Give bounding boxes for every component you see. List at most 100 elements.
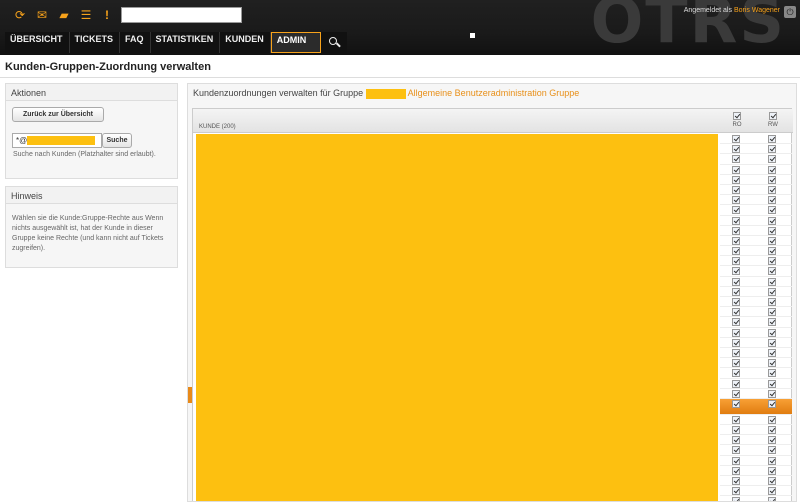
ro-checkbox[interactable]	[732, 308, 740, 317]
rw-checkbox[interactable]	[768, 165, 776, 174]
rw-checkbox[interactable]	[768, 477, 776, 485]
exclamation-icon[interactable]: !	[100, 8, 114, 22]
ro-checkbox[interactable]	[732, 257, 740, 266]
back-button[interactable]: Zurück zur Übersicht	[12, 107, 104, 122]
rw-checkbox[interactable]	[768, 196, 776, 205]
rw-checkbox[interactable]	[768, 135, 776, 143]
customer-search-input[interactable]: *@	[12, 133, 102, 148]
ro-checkbox[interactable]	[732, 277, 740, 286]
quick-search-input[interactable]	[121, 7, 242, 23]
ro-checkbox[interactable]	[732, 135, 740, 143]
mail-icon[interactable]: ✉	[35, 8, 49, 22]
rw-checkbox[interactable]	[768, 338, 776, 347]
rw-checkbox[interactable]	[768, 277, 776, 286]
ro-checkbox[interactable]	[732, 206, 740, 215]
rw-checkbox[interactable]	[768, 415, 776, 424]
rw-checkbox[interactable]	[768, 226, 776, 235]
ro-checkbox[interactable]	[732, 436, 740, 445]
rw-checkbox[interactable]	[768, 247, 776, 256]
rw-checkbox[interactable]	[768, 426, 776, 435]
rw-checkbox[interactable]	[768, 257, 776, 266]
rw-checkbox[interactable]	[768, 497, 776, 501]
table-row	[720, 466, 792, 476]
ro-checkbox[interactable]	[732, 165, 740, 174]
rw-checkbox[interactable]	[768, 436, 776, 445]
rw-checkbox[interactable]	[768, 287, 776, 296]
ro-checkbox[interactable]	[732, 379, 740, 388]
rw-checkbox[interactable]	[768, 145, 776, 154]
cursor-marker	[470, 33, 475, 38]
logout-icon[interactable]: ⏻	[784, 6, 796, 18]
nav-item-uebersicht[interactable]: ÜBERSICHT	[5, 32, 70, 53]
table-row	[720, 216, 792, 226]
ro-checkbox[interactable]	[732, 359, 740, 368]
nav-item-admin[interactable]: ADMIN	[270, 32, 322, 53]
rw-checkbox[interactable]	[768, 399, 776, 408]
rw-checkbox[interactable]	[768, 379, 776, 388]
rw-checkbox[interactable]	[768, 308, 776, 317]
ro-checkbox[interactable]	[732, 226, 740, 235]
table-row	[720, 205, 792, 216]
ro-checkbox[interactable]	[732, 328, 740, 337]
table-row	[720, 368, 792, 379]
ro-checkbox[interactable]	[732, 155, 740, 164]
ro-checkbox[interactable]	[732, 497, 740, 501]
ro-checkbox[interactable]	[732, 247, 740, 256]
rw-checkbox[interactable]	[768, 446, 776, 455]
rw-checkbox[interactable]	[768, 267, 776, 276]
ro-checkbox[interactable]	[732, 318, 740, 327]
rw-checkbox[interactable]	[768, 487, 776, 496]
rw-checkbox[interactable]	[768, 389, 776, 398]
rw-checkbox[interactable]	[768, 298, 776, 306]
rw-checkbox[interactable]	[768, 185, 776, 194]
rw-checkbox[interactable]	[768, 369, 776, 378]
nav-item-statistiken[interactable]: STATISTIKEN	[151, 32, 221, 53]
rw-checkbox[interactable]	[768, 328, 776, 337]
nav-item-kunden[interactable]: KUNDEN	[220, 32, 271, 53]
ro-checkbox[interactable]	[732, 298, 740, 306]
ro-checkbox[interactable]	[732, 415, 740, 424]
rw-checkbox[interactable]	[768, 216, 776, 225]
refresh-icon[interactable]: ⟳	[13, 8, 27, 22]
rw-checkbox[interactable]	[768, 206, 776, 215]
rw-checkbox[interactable]	[768, 175, 776, 184]
ro-checkbox[interactable]	[732, 487, 740, 496]
ro-checkbox[interactable]	[732, 426, 740, 435]
ro-checkbox[interactable]	[732, 236, 740, 245]
folder-icon[interactable]: ▰	[57, 8, 71, 22]
ro-checkbox[interactable]	[732, 477, 740, 485]
search-hint: Suche nach Kunden (Platzhalter sind erla…	[13, 151, 156, 158]
rw-checkbox[interactable]	[768, 236, 776, 245]
rw-select-all-checkbox[interactable]	[769, 112, 777, 120]
ro-checkbox[interactable]	[732, 369, 740, 378]
rw-checkbox[interactable]	[768, 348, 776, 357]
ro-checkbox[interactable]	[732, 389, 740, 398]
ro-checkbox[interactable]	[732, 348, 740, 357]
list-icon[interactable]: ☰	[79, 8, 93, 22]
rw-checkbox[interactable]	[768, 466, 776, 475]
ro-checkbox[interactable]	[732, 338, 740, 347]
ro-checkbox[interactable]	[732, 466, 740, 475]
hint-text: Wählen sie die Kunde:Gruppe-Rechte aus W…	[12, 215, 164, 252]
ro-checkbox[interactable]	[732, 287, 740, 296]
ro-checkbox[interactable]	[732, 267, 740, 276]
search-button[interactable]: Suche	[102, 133, 132, 148]
ro-checkbox[interactable]	[732, 399, 740, 408]
search-icon[interactable]	[321, 32, 347, 53]
rw-checkbox[interactable]	[768, 155, 776, 164]
nav-item-faq[interactable]: FAQ	[120, 32, 151, 53]
rw-checkbox[interactable]	[768, 456, 776, 465]
ro-checkbox[interactable]	[732, 145, 740, 154]
table-row	[720, 389, 792, 399]
ro-checkbox[interactable]	[732, 196, 740, 205]
ro-checkbox[interactable]	[732, 175, 740, 184]
ro-checkbox[interactable]	[732, 456, 740, 465]
nav-item-tickets[interactable]: TICKETS	[70, 32, 121, 53]
ro-select-all-checkbox[interactable]	[733, 112, 741, 120]
ro-checkbox[interactable]	[732, 216, 740, 225]
rw-checkbox[interactable]	[768, 318, 776, 327]
rw-checkbox[interactable]	[768, 359, 776, 368]
ro-checkbox[interactable]	[732, 446, 740, 455]
ro-checkbox[interactable]	[732, 185, 740, 194]
user-name-link[interactable]: Boris Wagener	[734, 7, 780, 14]
